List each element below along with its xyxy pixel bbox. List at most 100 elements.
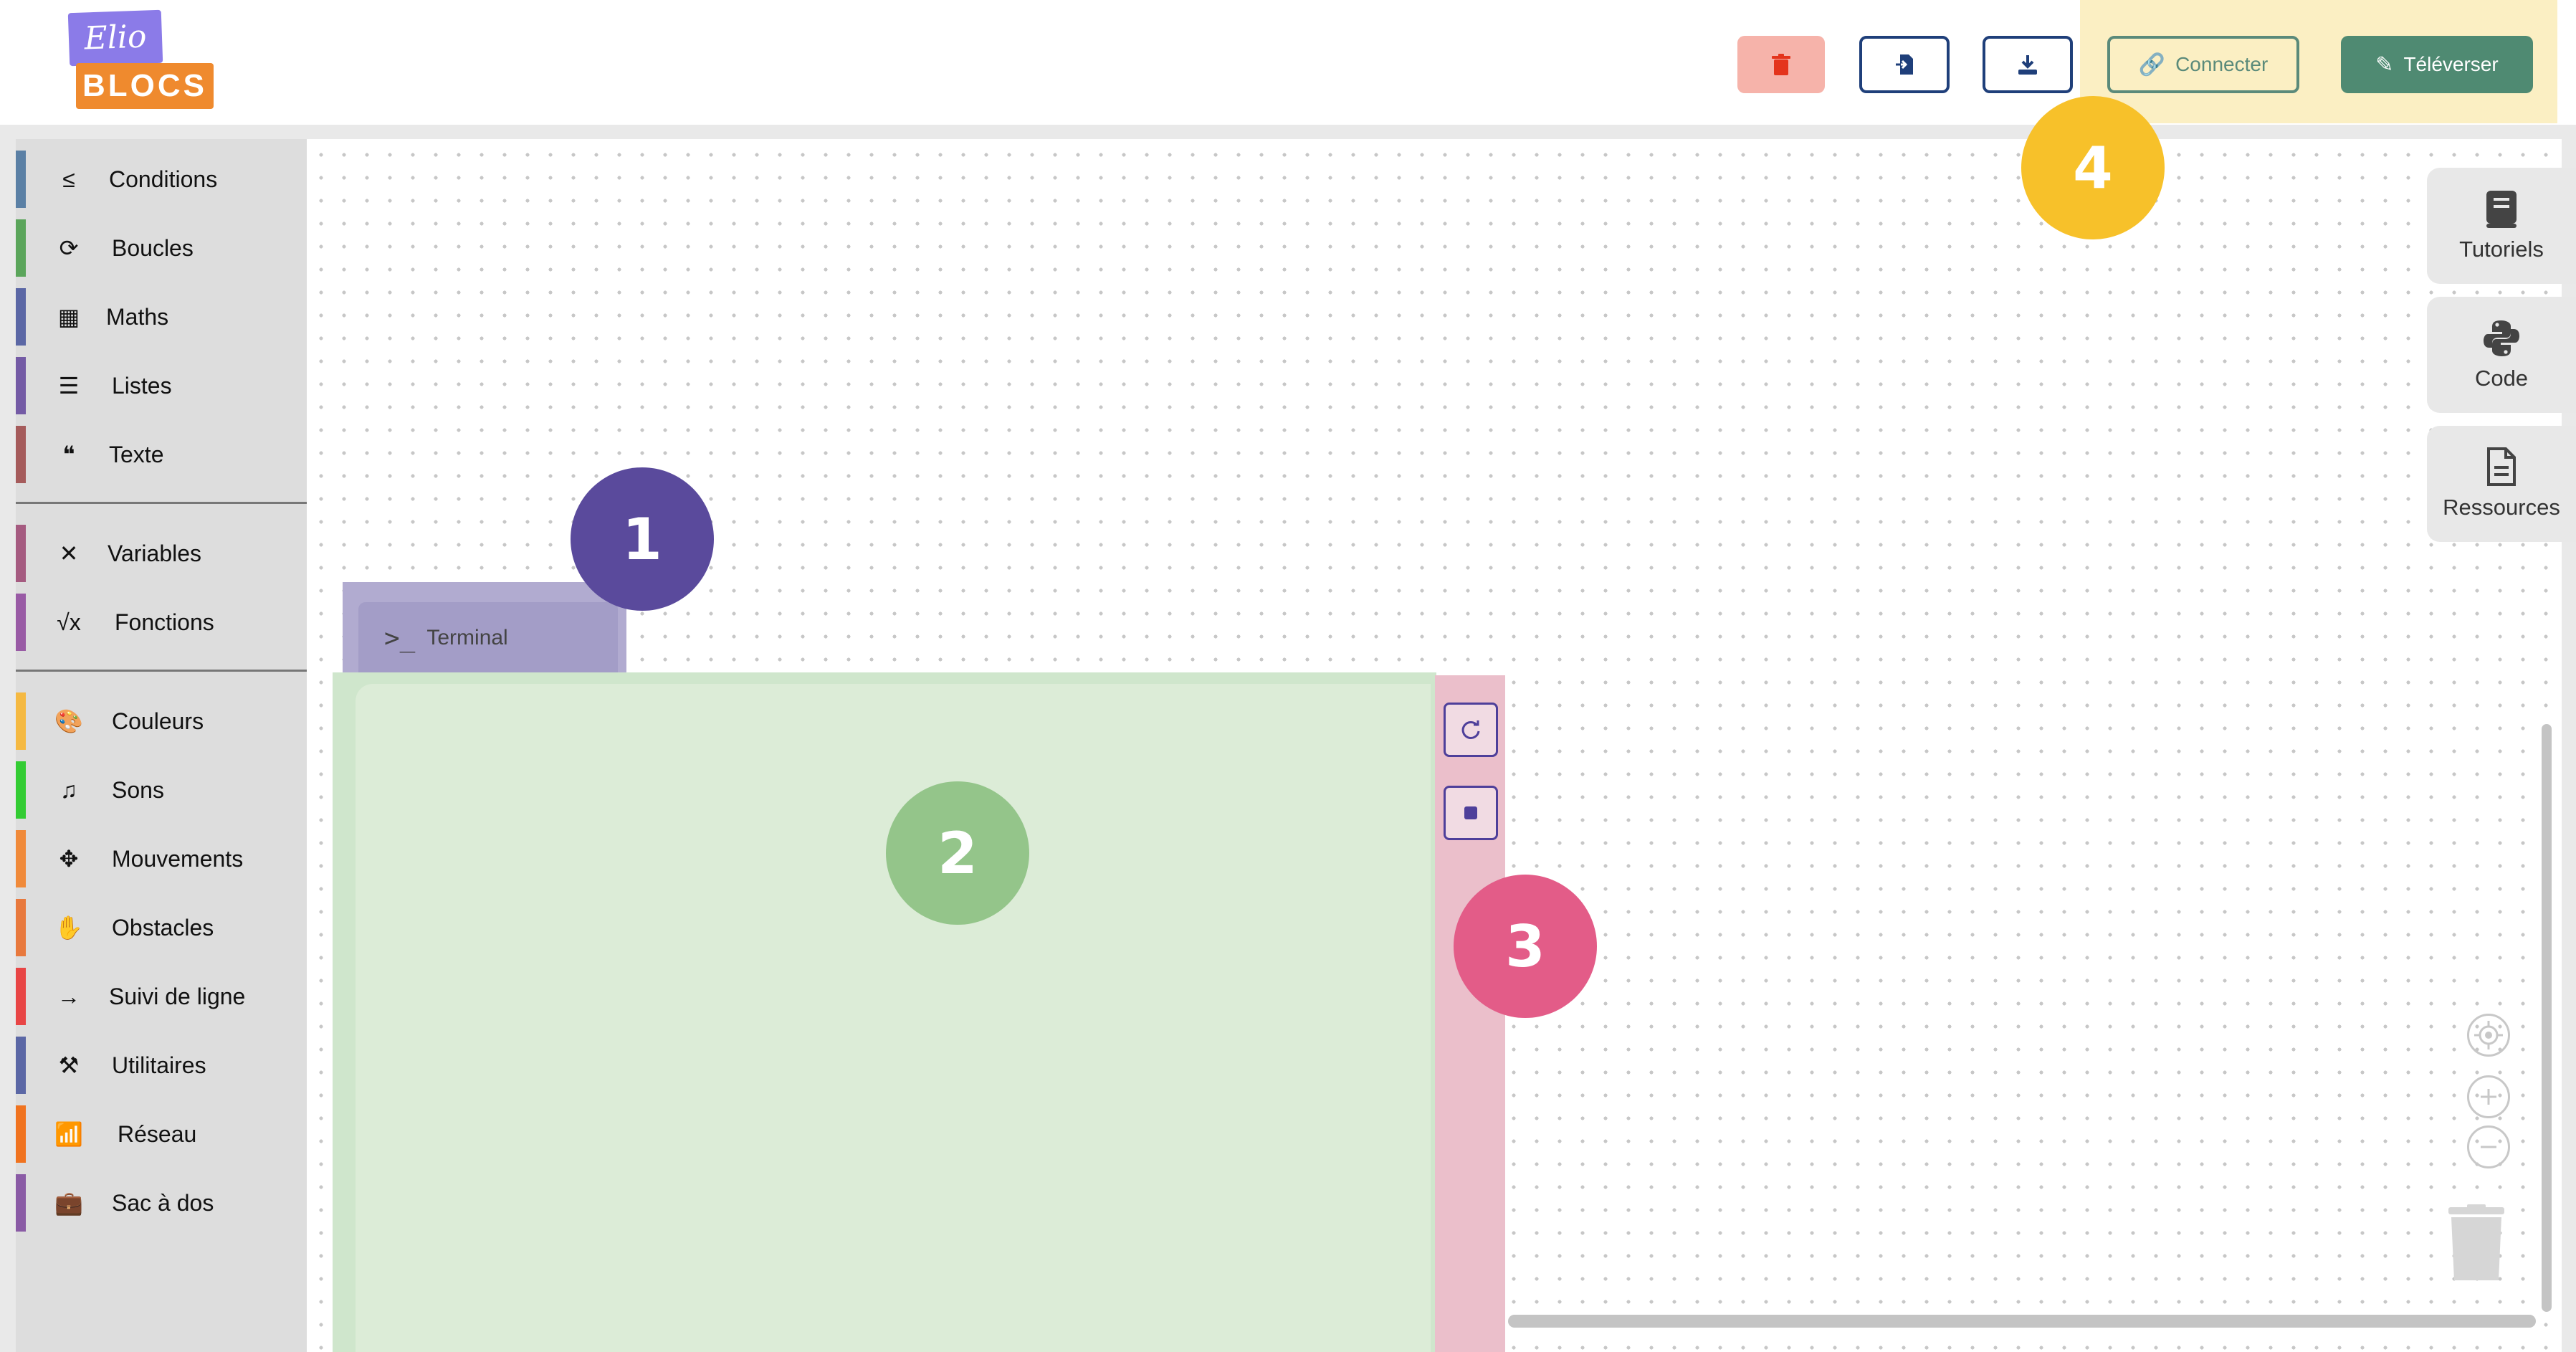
category-color-bar	[16, 830, 26, 887]
open-file-button[interactable]	[1859, 36, 1950, 93]
terminal-output-panel[interactable]	[356, 684, 1431, 1352]
sidebar-item-conditions[interactable]: ≤ Conditions	[16, 151, 307, 208]
category-color-bar	[16, 1105, 26, 1163]
tab-ressources[interactable]: Ressources	[2427, 426, 2576, 542]
terminal-label: Terminal	[426, 626, 508, 649]
sidebar-item-listes[interactable]: ☰ Listes	[16, 357, 307, 414]
logo-bottom-text: BLOCS	[76, 63, 214, 109]
sidebar-item-label: Sons	[112, 776, 164, 803]
zoom-out-button[interactable]	[2467, 1125, 2510, 1168]
sidebar-item-label: Conditions	[109, 166, 218, 192]
category-color-bar	[16, 692, 26, 750]
horizontal-scrollbar[interactable]	[1508, 1315, 2536, 1328]
minus-icon	[2481, 1146, 2496, 1148]
sidebar-item-label: Sac à dos	[112, 1189, 214, 1216]
marker-3: 3	[1454, 875, 1597, 1018]
palette-icon: 🎨	[54, 708, 83, 734]
sidebar-item-suivi-de-ligne[interactable]: → Suivi de ligne	[16, 968, 307, 1025]
vertical-scrollbar[interactable]	[2542, 724, 2552, 1312]
sidebar-item-label: Couleurs	[112, 708, 204, 734]
header-separator	[0, 125, 2576, 139]
quote-icon: ❝	[62, 442, 75, 467]
list-icon: ☰	[58, 373, 80, 399]
terminal-stop-button[interactable]	[1444, 786, 1498, 840]
sidebar-item-utilitaires[interactable]: ⚒ Utilitaires	[16, 1037, 307, 1094]
book-icon	[2481, 189, 2522, 229]
recenter-button[interactable]	[2467, 1014, 2510, 1057]
music-icon: ♫	[60, 776, 77, 803]
sidebar-item-variables[interactable]: ✕ Variables	[16, 525, 307, 582]
tab-label: Tutoriels	[2459, 237, 2544, 262]
conditions-icon: ≤	[62, 166, 75, 192]
category-color-bar	[16, 968, 26, 1025]
upload-button[interactable]: ✎ Téléverser	[2341, 36, 2533, 93]
category-color-bar	[16, 525, 26, 582]
sidebar-item-maths[interactable]: ▦ Maths	[16, 288, 307, 346]
sidebar-item-couleurs[interactable]: 🎨 Couleurs	[16, 692, 307, 750]
terminal-tab[interactable]: >_ Terminal	[358, 602, 618, 674]
file-import-icon	[1896, 54, 1913, 75]
sidebar-item-label: Fonctions	[115, 609, 214, 635]
sidebar-item-label: Texte	[109, 441, 164, 467]
category-color-bar	[16, 1174, 26, 1232]
move-arrows-icon: ✥	[59, 846, 79, 872]
upload-label: Téléverser	[2403, 53, 2499, 75]
sidebar-divider	[16, 502, 307, 504]
trash-icon	[1772, 54, 1790, 75]
arrow-right-icon: →	[57, 983, 80, 1009]
terminal-icon: >_	[384, 623, 416, 653]
loop-icon: ⟳	[59, 235, 79, 261]
logo-top-text: Elio	[67, 9, 163, 67]
document-icon	[2481, 447, 2522, 487]
wifi-icon: 📶	[54, 1121, 83, 1147]
elio-blocs-logo: Elio BLOCS	[66, 9, 216, 112]
category-color-bar	[16, 357, 26, 414]
terminal-restart-button[interactable]	[1444, 703, 1498, 757]
calculator-icon: ▦	[57, 304, 80, 330]
sidebar-edge	[0, 139, 16, 1352]
connect-button[interactable]: 🔗 Connecter	[2107, 36, 2299, 93]
category-color-bar	[16, 899, 26, 956]
category-color-bar	[16, 288, 26, 346]
terminal-controls-highlight	[1435, 675, 1505, 1352]
sidebar-divider	[16, 670, 307, 672]
sidebar-item-label: Maths	[106, 303, 169, 330]
sidebar-item-texte[interactable]: ❝ Texte	[16, 426, 307, 483]
category-color-bar	[16, 219, 26, 277]
workspace-trash-icon[interactable]	[2444, 1204, 2509, 1283]
marker-2: 2	[886, 781, 1029, 925]
sidebar-item-mouvements[interactable]: ✥ Mouvements	[16, 830, 307, 887]
hand-icon: ✋	[54, 915, 83, 941]
zoom-in-button[interactable]	[2467, 1075, 2510, 1118]
sidebar-item-reseau[interactable]: 📶 Réseau	[16, 1105, 307, 1163]
category-color-bar	[16, 151, 26, 208]
refresh-icon	[1461, 720, 1480, 739]
category-color-bar	[16, 426, 26, 483]
sidebar-item-label: Boucles	[112, 234, 194, 261]
sidebar-item-label: Listes	[112, 372, 172, 399]
target-icon	[2474, 1021, 2503, 1049]
tab-label: Ressources	[2443, 495, 2560, 520]
variables-icon: ✕	[59, 541, 79, 566]
sidebar-item-label: Suivi de ligne	[109, 983, 246, 1009]
tab-tutoriels[interactable]: Tutoriels	[2427, 168, 2576, 284]
marker-4: 4	[2021, 96, 2165, 239]
sidebar-item-label: Variables	[108, 540, 202, 566]
marker-1: 1	[571, 467, 714, 611]
sidebar-item-boucles[interactable]: ⟳ Boucles	[16, 219, 307, 277]
python-icon	[2481, 318, 2522, 358]
delete-button[interactable]	[1737, 36, 1825, 93]
sidebar-item-sons[interactable]: ♫ Sons	[16, 761, 307, 819]
magic-wand-icon: ✎	[2375, 52, 2394, 77]
sidebar-item-fonctions[interactable]: √x Fonctions	[16, 594, 307, 651]
category-color-bar	[16, 1037, 26, 1094]
sidebar-item-obstacles[interactable]: ✋ Obstacles	[16, 899, 307, 956]
sidebar-item-sac-a-dos[interactable]: 💼 Sac à dos	[16, 1174, 307, 1232]
tab-code[interactable]: Code	[2427, 297, 2576, 413]
download-icon	[2018, 55, 2037, 75]
sidebar-item-label: Réseau	[118, 1120, 197, 1147]
download-button[interactable]	[1983, 36, 2073, 93]
stop-icon	[1464, 806, 1477, 819]
backpack-icon: 💼	[54, 1190, 83, 1216]
category-color-bar	[16, 594, 26, 651]
